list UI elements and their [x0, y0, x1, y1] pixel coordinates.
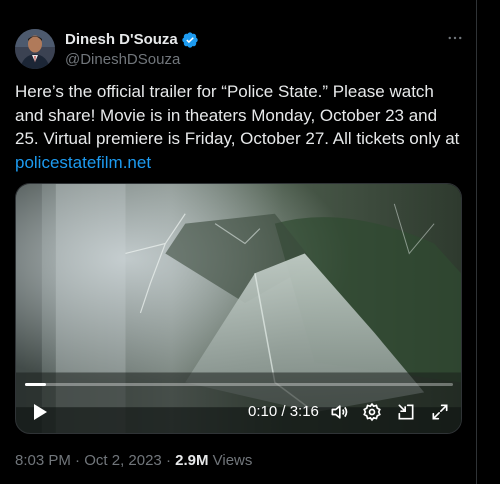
tweet-body: Here’s the official trailer for “Police … — [15, 82, 460, 148]
separator: · — [161, 452, 176, 469]
tweet-time[interactable]: 8:03 PM — [15, 452, 71, 469]
video-progress-bar[interactable] — [25, 383, 453, 386]
tweet-link[interactable]: policestatefilm.net — [15, 151, 465, 175]
video-time: 0:10 / 3:16 — [248, 403, 319, 420]
play-icon[interactable] — [28, 398, 52, 426]
separator: · — [70, 452, 85, 469]
volume-icon[interactable] — [328, 398, 350, 426]
settings-gear-icon[interactable] — [361, 398, 383, 426]
video-frame — [16, 184, 461, 433]
tweet-metadata: 8:03 PM · Oct 2, 2023 · 2.9M Views — [15, 451, 252, 471]
more-icon[interactable] — [444, 28, 466, 48]
author-block[interactable]: Dinesh D'Souza @DineshDSouza — [65, 30, 199, 70]
video-progress-fill — [25, 383, 47, 386]
author-handle[interactable]: @DineshDSouza — [65, 50, 199, 70]
tweet-text: Here’s the official trailer for “Police … — [15, 80, 465, 174]
avatar[interactable] — [15, 29, 55, 69]
views-count[interactable]: 2.9M — [175, 452, 208, 469]
tweet[interactable]: Dinesh D'Souza @DineshDSouza Here’s the … — [0, 0, 476, 484]
tweet-date[interactable]: Oct 2, 2023 — [84, 452, 162, 469]
author-display-name[interactable]: Dinesh D'Souza — [65, 30, 178, 50]
views-label: Views — [208, 452, 253, 469]
fullscreen-icon[interactable] — [429, 398, 451, 426]
minimize-icon[interactable] — [395, 398, 417, 426]
avatar-image — [15, 29, 55, 69]
column-divider — [476, 0, 477, 484]
video-player[interactable]: 0:10 / 3:16 — [15, 183, 462, 434]
verified-badge-icon[interactable] — [181, 31, 199, 49]
video-controls: 0:10 / 3:16 — [16, 398, 461, 426]
